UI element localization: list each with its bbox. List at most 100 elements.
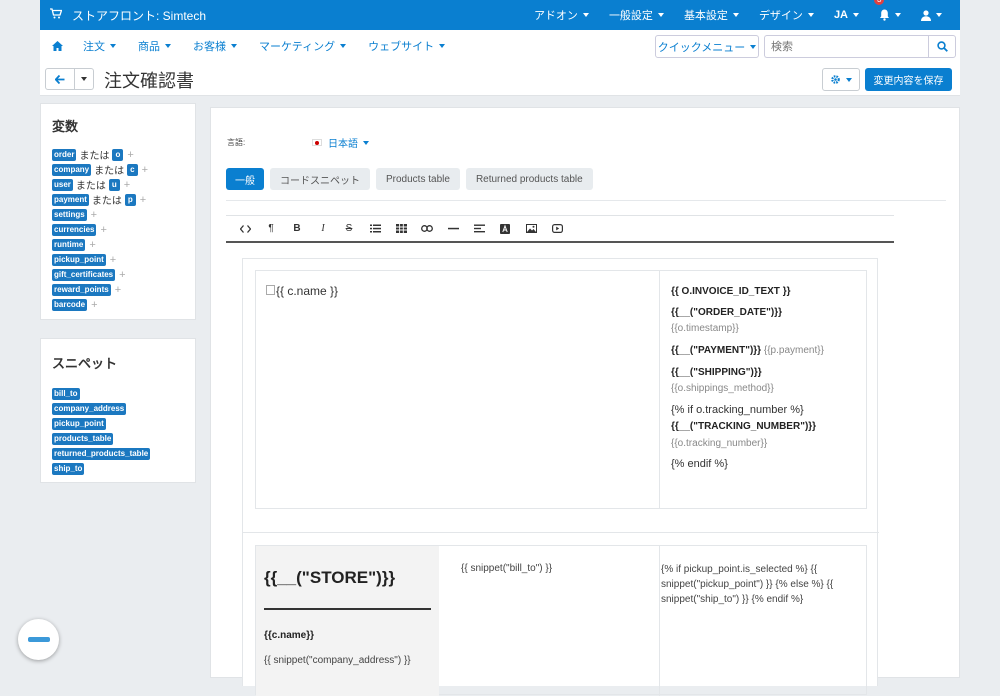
chat-logo-icon bbox=[27, 637, 50, 642]
order-timestamp: {{o.timestamp}} bbox=[671, 323, 739, 334]
tracking-if: {% if o.tracking_number %} bbox=[671, 404, 804, 416]
plus-icon[interactable]: + bbox=[91, 209, 97, 221]
home-icon[interactable] bbox=[52, 41, 63, 51]
strikethrough-icon[interactable]: S bbox=[336, 219, 362, 239]
plus-icon[interactable]: + bbox=[100, 224, 106, 236]
snippet-tag[interactable]: products_table bbox=[52, 432, 114, 445]
nav-website-label: ウェブサイト bbox=[368, 41, 435, 53]
menu-addons[interactable]: アドオン bbox=[524, 0, 599, 30]
or-text: または bbox=[79, 151, 110, 162]
document-canvas[interactable]: {{ c.name }} {{ O.INVOICE_ID_TEXT }} {{_… bbox=[242, 258, 879, 696]
variable-payment: payment または p + bbox=[52, 192, 195, 207]
horizontal-rule-icon[interactable] bbox=[440, 219, 466, 239]
snippet-tag[interactable]: bill_to bbox=[52, 387, 80, 400]
nav-website[interactable]: ウェブサイト bbox=[368, 38, 446, 54]
header-block: {{ c.name }} {{ O.INVOICE_ID_TEXT }} {{_… bbox=[255, 270, 867, 509]
language-selector[interactable]: 日本語 bbox=[312, 135, 369, 150]
tracking-label: {{__("TRACKING_NUMBER")}} bbox=[671, 421, 817, 432]
quick-menu-button[interactable]: クイックメニュー bbox=[655, 35, 759, 58]
tab-general[interactable]: 一般 bbox=[226, 168, 264, 190]
image-icon[interactable] bbox=[518, 219, 544, 239]
snippet-tag[interactable]: returned_products_table bbox=[52, 447, 151, 460]
plus-icon[interactable]: + bbox=[110, 254, 116, 266]
save-button[interactable]: 変更内容を保存 bbox=[865, 68, 952, 91]
tab-returned-products-table[interactable]: Returned products table bbox=[465, 168, 593, 190]
snippet-tag[interactable]: pickup_point bbox=[52, 417, 106, 430]
chat-widget-button[interactable] bbox=[18, 619, 59, 660]
plus-icon[interactable]: + bbox=[127, 149, 133, 161]
company-logo-image: {{ c.name }} bbox=[266, 284, 338, 298]
variable-tag[interactable]: settings bbox=[52, 208, 87, 221]
table-icon[interactable] bbox=[388, 219, 414, 239]
link-icon[interactable] bbox=[414, 219, 440, 239]
variable-tag[interactable]: reward_points bbox=[52, 283, 111, 296]
variable-tag[interactable]: user bbox=[52, 178, 73, 191]
snippet-tag[interactable]: ship_to bbox=[52, 462, 85, 475]
back-button[interactable] bbox=[45, 68, 75, 90]
user-menu-button[interactable] bbox=[911, 0, 960, 30]
storefront-switcher[interactable]: ストアフロント: Simtech bbox=[40, 7, 206, 24]
company-address: {{ snippet("company_address") }} bbox=[264, 655, 411, 666]
nav-customers[interactable]: お客様 bbox=[193, 38, 237, 54]
search-button[interactable] bbox=[928, 35, 956, 58]
variable-alias-tag[interactable]: u bbox=[108, 178, 120, 191]
settings-dropdown-button[interactable] bbox=[822, 68, 860, 91]
variable-alias-tag[interactable]: o bbox=[112, 148, 124, 161]
tab-code-snippets[interactable]: コードスニペット bbox=[270, 168, 370, 190]
snippet-item: pickup_point bbox=[52, 416, 195, 431]
variable-pickup-point: pickup_point + bbox=[52, 252, 195, 267]
back-dropdown-button[interactable] bbox=[75, 68, 94, 90]
variable-tag[interactable]: payment bbox=[52, 193, 89, 206]
or-text: または bbox=[75, 181, 106, 192]
list-icon[interactable] bbox=[362, 219, 388, 239]
payment-value: {{p.payment}} bbox=[763, 345, 824, 356]
paragraph-icon[interactable]: ¶ bbox=[258, 219, 284, 239]
notifications-button[interactable]: 3 bbox=[869, 0, 911, 30]
bold-icon[interactable]: B bbox=[284, 219, 310, 239]
plus-icon[interactable]: + bbox=[91, 299, 97, 311]
variable-tag[interactable]: gift_certificates bbox=[52, 268, 116, 281]
plus-icon[interactable]: + bbox=[124, 179, 130, 191]
variable-tag[interactable]: currencies bbox=[52, 223, 97, 236]
align-icon[interactable] bbox=[466, 219, 492, 239]
search-input[interactable] bbox=[764, 35, 928, 58]
variable-tag[interactable]: order bbox=[52, 148, 77, 161]
variable-alias-tag[interactable]: c bbox=[127, 163, 138, 176]
tracking-endif: {% endif %} bbox=[671, 458, 728, 470]
plus-icon[interactable]: + bbox=[119, 269, 125, 281]
variables-list: order または o + company または c + user または u + paymen… bbox=[41, 147, 195, 312]
chevron-down-icon bbox=[732, 13, 739, 17]
snippet-tag[interactable]: company_address bbox=[52, 402, 127, 415]
menu-basic-settings[interactable]: 基本設定 bbox=[674, 0, 749, 30]
menu-design-label: デザイン bbox=[758, 10, 803, 22]
nav-orders[interactable]: 注文 bbox=[83, 38, 116, 54]
bell-icon bbox=[880, 9, 889, 21]
variable-tag[interactable]: pickup_point bbox=[52, 253, 106, 266]
variable-alias-tag[interactable]: p bbox=[124, 193, 136, 206]
plus-icon[interactable]: + bbox=[142, 164, 148, 176]
payment-label: {{__("PAYMENT")}} bbox=[671, 345, 762, 356]
plus-icon[interactable]: + bbox=[89, 239, 95, 251]
font-color-icon[interactable] bbox=[492, 219, 518, 239]
plus-icon[interactable]: + bbox=[140, 194, 146, 206]
column-divider bbox=[659, 546, 660, 696]
video-icon[interactable] bbox=[544, 219, 570, 239]
variables-panel: 変数 order または o + company または c + user または u + pay… bbox=[40, 103, 196, 320]
code-icon[interactable] bbox=[232, 219, 258, 239]
variable-tag[interactable]: runtime bbox=[52, 238, 86, 251]
menu-general-settings[interactable]: 一般設定 bbox=[599, 0, 674, 30]
cart-icon bbox=[50, 8, 63, 22]
italic-icon[interactable]: I bbox=[310, 219, 336, 239]
variable-tag[interactable]: company bbox=[52, 163, 92, 176]
menu-language[interactable]: JA bbox=[824, 0, 869, 30]
plus-icon[interactable]: + bbox=[115, 284, 121, 296]
menu-design[interactable]: デザイン bbox=[749, 0, 824, 30]
snippet-item: returned_products_table bbox=[52, 446, 195, 461]
store-title: {{__("STORE")}} bbox=[264, 568, 396, 587]
arrow-left-icon bbox=[55, 74, 65, 84]
nav-marketing[interactable]: マーケティング bbox=[259, 38, 347, 54]
snippet-item: products_table bbox=[52, 431, 195, 446]
variable-tag[interactable]: barcode bbox=[52, 298, 88, 311]
nav-products[interactable]: 商品 bbox=[138, 38, 171, 54]
tab-products-table[interactable]: Products table bbox=[376, 168, 460, 190]
